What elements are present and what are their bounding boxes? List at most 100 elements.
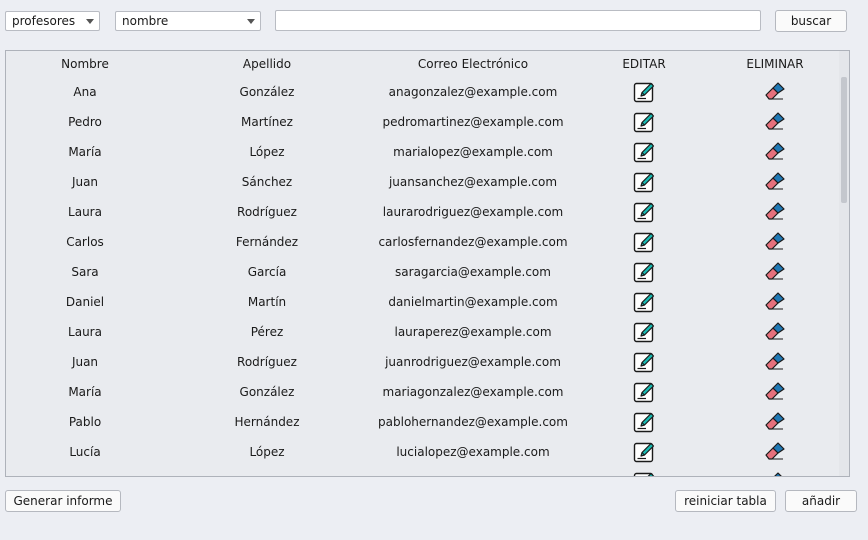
cell-apellido: Rodríguez <box>237 355 297 369</box>
cell-nombre: Carlos <box>66 235 104 249</box>
cell-correo: saragarcia@example.com <box>395 265 551 279</box>
pencil-edit-icon[interactable] <box>632 350 656 374</box>
table-row[interactable]: Pedro Martínez pedromartinez@example.com <box>6 107 841 137</box>
reset-table-button[interactable]: reiniciar tabla <box>675 490 776 512</box>
table-row[interactable]: Pablo Hernández pablohernandez@example.c… <box>6 407 841 437</box>
pencil-edit-icon[interactable] <box>632 110 656 134</box>
cell-apellido: Hernández <box>234 415 300 429</box>
cell-apellido: Martínez <box>241 115 293 129</box>
pencil-edit-icon[interactable] <box>632 380 656 404</box>
table-row[interactable]: Juan Sánchez juansanchez@example.com <box>6 167 841 197</box>
cell-apellido: Fernández <box>235 235 299 249</box>
cell-apellido: González <box>239 85 295 99</box>
cell-nombre: Lucía <box>69 445 101 459</box>
pencil-edit-icon[interactable] <box>632 440 656 464</box>
cell-nombre: Pablo <box>68 415 102 429</box>
table-row[interactable]: Laura Pérez lauraperez@example.com <box>6 317 841 347</box>
cell-nombre: Sara <box>71 265 99 279</box>
eraser-delete-icon[interactable] <box>763 320 787 344</box>
scrollbar-thumb[interactable] <box>841 77 847 203</box>
table-row[interactable]: Laura Rodríguez laurarodriguez@example.c… <box>6 197 841 227</box>
column-header-eliminar[interactable]: ELIMINAR <box>733 57 817 71</box>
table-row[interactable]: Sara García saragarcia@example.com <box>6 257 841 287</box>
pencil-edit-icon[interactable] <box>632 410 656 434</box>
eraser-delete-icon[interactable] <box>763 230 787 254</box>
pencil-edit-icon[interactable] <box>632 470 656 477</box>
eraser-delete-icon[interactable] <box>763 290 787 314</box>
cell-nombre: Daniel <box>65 295 105 309</box>
cell-correo: lauraperez@example.com <box>394 325 552 339</box>
cell-correo: lucialopez@example.com <box>396 445 550 459</box>
category-combobox-value: profesores <box>12 14 76 28</box>
cell-correo: laurarodriguez@example.com <box>382 205 564 219</box>
eraser-delete-icon[interactable] <box>763 170 787 194</box>
pencil-edit-icon[interactable] <box>632 80 656 104</box>
table-row[interactable]: Daniel Martín danielmartin@example.com <box>6 287 841 317</box>
eraser-delete-icon[interactable] <box>763 80 787 104</box>
cell-nombre: Ana <box>73 85 97 99</box>
cell-nombre: María <box>68 385 102 399</box>
cell-apellido: Pérez <box>250 325 284 339</box>
cell-nombre: María <box>68 145 102 159</box>
column-header-apellido[interactable]: Apellido <box>211 57 323 71</box>
table-body: Ana González anagonzalez@example.com Ped… <box>6 77 841 477</box>
chevron-down-icon <box>86 19 94 24</box>
vertical-scrollbar[interactable] <box>839 51 849 476</box>
search-button[interactable]: buscar <box>775 10 847 32</box>
eraser-delete-icon[interactable] <box>763 140 787 164</box>
cell-nombre: Juan <box>71 175 99 189</box>
cell-apellido: Martín <box>247 295 287 309</box>
add-button[interactable]: añadir <box>785 490 857 512</box>
eraser-delete-icon[interactable] <box>763 110 787 134</box>
generate-report-button[interactable]: Generar informe <box>5 490 121 512</box>
search-input[interactable] <box>275 10 761 31</box>
pencil-edit-icon[interactable] <box>632 140 656 164</box>
column-header-correo[interactable]: Correo Electrónico <box>368 57 578 71</box>
column-header-nombre[interactable]: Nombre <box>44 57 126 71</box>
pencil-edit-icon[interactable] <box>632 320 656 344</box>
cell-correo: pedromartinez@example.com <box>382 115 564 129</box>
eraser-delete-icon[interactable] <box>763 410 787 434</box>
cell-correo: danielmartin@example.com <box>388 295 558 309</box>
eraser-delete-icon[interactable] <box>763 440 787 464</box>
cell-apellido: García <box>247 265 287 279</box>
cell-apellido: López <box>249 145 285 159</box>
cell-nombre: Laura <box>68 205 102 219</box>
pencil-edit-icon[interactable] <box>632 260 656 284</box>
field-combobox-value: nombre <box>122 14 169 28</box>
cell-apellido: Rodríguez <box>237 205 297 219</box>
eraser-delete-icon[interactable] <box>763 350 787 374</box>
cell-nombre: Juan <box>71 355 99 369</box>
cell-nombre: Laura <box>68 325 102 339</box>
pencil-edit-icon[interactable] <box>632 170 656 194</box>
eraser-delete-icon[interactable] <box>763 380 787 404</box>
field-combobox[interactable]: nombre <box>115 11 261 31</box>
column-header-editar[interactable]: EDITAR <box>612 57 676 71</box>
cell-correo: carlosfernandez@example.com <box>378 235 568 249</box>
cell-apellido: López <box>249 445 285 459</box>
table-row[interactable] <box>6 467 841 477</box>
table-row[interactable]: Carlos Fernández carlosfernandez@example… <box>6 227 841 257</box>
pencil-edit-icon[interactable] <box>632 230 656 254</box>
cell-correo: juansanchez@example.com <box>388 175 558 189</box>
chevron-down-icon <box>247 19 255 24</box>
eraser-delete-icon[interactable] <box>763 470 787 477</box>
pencil-edit-icon[interactable] <box>632 200 656 224</box>
cell-correo: marialopez@example.com <box>393 145 553 159</box>
table-row[interactable]: María López marialopez@example.com <box>6 137 841 167</box>
cell-nombre: Pedro <box>68 115 102 129</box>
eraser-delete-icon[interactable] <box>763 200 787 224</box>
table-row[interactable]: María González mariagonzalez@example.com <box>6 377 841 407</box>
table-row[interactable]: Juan Rodríguez juanrodriguez@example.com <box>6 347 841 377</box>
cell-correo: mariagonzalez@example.com <box>382 385 564 399</box>
eraser-delete-icon[interactable] <box>763 260 787 284</box>
table-header: Nombre Apellido Correo Electrónico EDITA… <box>6 51 841 77</box>
pencil-edit-icon[interactable] <box>632 290 656 314</box>
results-table: Nombre Apellido Correo Electrónico EDITA… <box>5 50 850 477</box>
cell-apellido: Sánchez <box>241 175 293 189</box>
table-row[interactable]: Ana González anagonzalez@example.com <box>6 77 841 107</box>
cell-apellido: González <box>239 385 295 399</box>
cell-correo: juanrodriguez@example.com <box>385 355 561 369</box>
table-row[interactable]: Lucía López lucialopez@example.com <box>6 437 841 467</box>
category-combobox[interactable]: profesores <box>5 11 100 31</box>
